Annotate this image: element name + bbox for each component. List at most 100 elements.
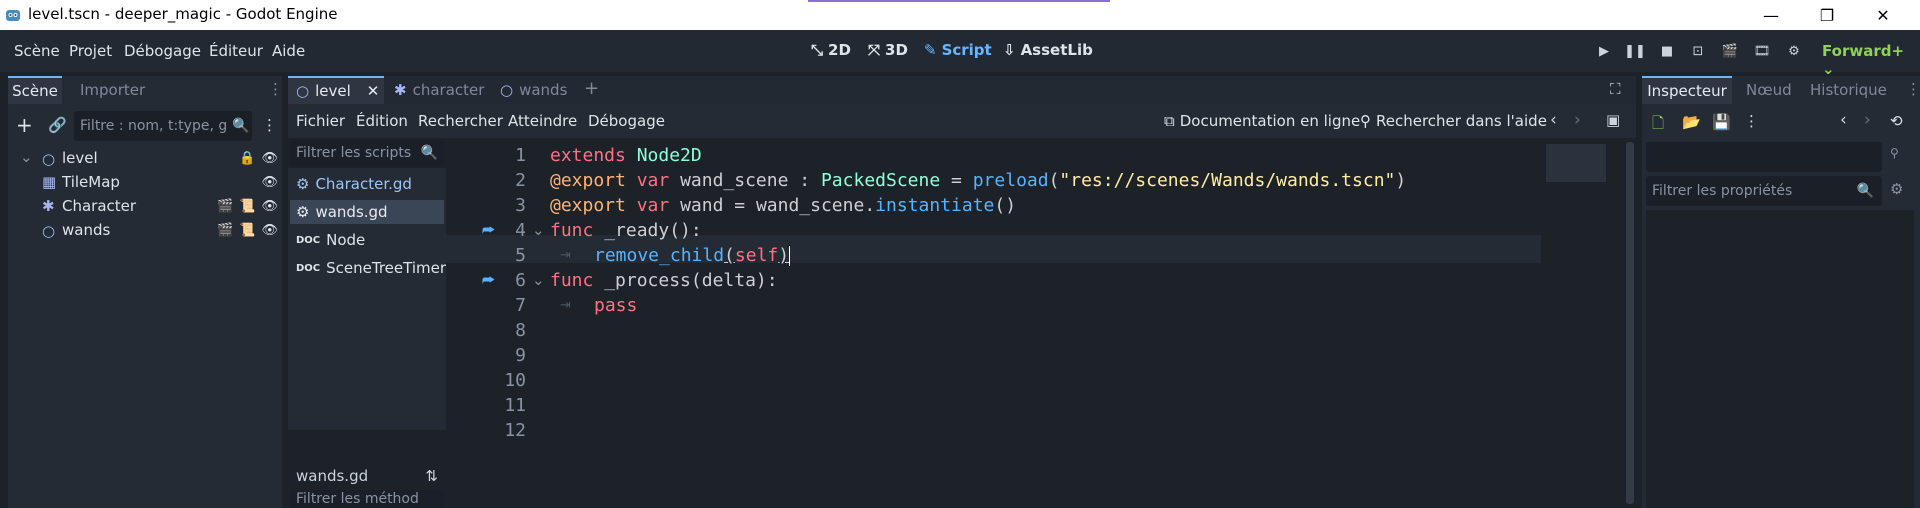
workspace-script-button[interactable]: ✎ Script: [924, 41, 992, 59]
code-line-1: extends Node2D: [550, 145, 702, 166]
tree-node-tilemap[interactable]: ▦ TileMap 👁: [16, 172, 278, 196]
menu-search[interactable]: Rechercher: [418, 112, 503, 130]
scene-filter-input[interactable]: Filtre : nom, t:type, g 🔍: [74, 111, 252, 141]
lock-icon[interactable]: 🔒: [239, 151, 255, 166]
connected-signal-icon[interactable]: ⮫: [482, 273, 495, 289]
minimize-button[interactable]: —: [1748, 0, 1794, 30]
add-tab-icon[interactable]: +: [584, 78, 599, 99]
toggle-script-panel-icon[interactable]: ▣: [1606, 111, 1620, 129]
visibility-eye-icon[interactable]: 👁: [261, 151, 278, 166]
chevron-down-icon[interactable]: ⌄: [20, 148, 33, 166]
tilemap-icon: ▦: [42, 173, 57, 191]
tab-character[interactable]: ✱ character: [394, 76, 484, 104]
workspace-assetlib-button[interactable]: ⇩ AssetLib: [1003, 41, 1093, 59]
renderer-selector[interactable]: Forward+ ⌄: [1822, 42, 1920, 78]
link-icon[interactable]: 🔗: [48, 116, 67, 134]
open-scene-icon[interactable]: 🎬: [217, 199, 233, 214]
script-item-wands[interactable]: ⚙ wands.gd: [290, 200, 444, 224]
online-docs-button[interactable]: ⧉ Documentation en ligne: [1164, 112, 1360, 130]
search-help-button[interactable]: ⚲ Rechercher dans l'aide: [1360, 112, 1547, 130]
tab-history[interactable]: Historique: [1810, 81, 1887, 99]
tree-node-level[interactable]: ⌄ ○ level 🔒 👁: [16, 148, 278, 172]
tab-node[interactable]: Nœud: [1746, 81, 1792, 99]
script-item-character[interactable]: ⚙ Character.gd: [290, 172, 444, 196]
object-history-icon[interactable]: ⟲: [1890, 112, 1903, 130]
open-docs-icon[interactable]: ⚲: [1890, 146, 1899, 160]
fold-chevron-icon[interactable]: ⌄: [532, 221, 545, 239]
script-item-node-doc[interactable]: DOC Node: [290, 228, 444, 252]
menu-file[interactable]: Fichier: [296, 112, 345, 130]
play-icon[interactable]: ▶: [1592, 40, 1616, 62]
vertical-scrollbar[interactable]: [1626, 142, 1634, 504]
open-scene-icon[interactable]: 🎬: [217, 223, 233, 238]
movie-maker-icon[interactable]: ⚙: [1782, 40, 1806, 62]
tab-wands[interactable]: ○ wands: [500, 76, 567, 104]
open-folder-icon[interactable]: 📂: [1682, 113, 1701, 131]
sort-icon[interactable]: ⇅: [425, 467, 438, 485]
gdscript-icon: ⚙: [296, 175, 310, 193]
menu-editor[interactable]: Éditeur: [209, 42, 263, 60]
tab-inspector[interactable]: Inspecteur: [1642, 76, 1732, 104]
distraction-free-icon[interactable]: ⛶: [1610, 80, 1621, 98]
history-back-icon[interactable]: ‹: [1550, 110, 1557, 130]
save-icon[interactable]: 💾: [1712, 113, 1731, 131]
tree-node-character[interactable]: ✱ Character 🎬 📜 👁: [16, 196, 278, 220]
tab-import[interactable]: Importer: [80, 81, 145, 99]
property-filter-input[interactable]: Filtrer les propriétés 🔍: [1646, 176, 1882, 206]
menu-help[interactable]: Aide: [272, 42, 305, 60]
tab-scene[interactable]: Scène: [8, 76, 62, 104]
close-window-button[interactable]: ✕: [1860, 0, 1906, 30]
visibility-eye-icon[interactable]: 👁: [261, 223, 278, 238]
menu-debug[interactable]: Débogage: [124, 42, 201, 60]
tree-node-wands[interactable]: ○ wands 🎬 📜 👁: [16, 220, 278, 244]
menu-project[interactable]: Projet: [69, 42, 112, 60]
search-icon: 🔍: [1856, 183, 1874, 199]
workspace-2d-button[interactable]: ⤡ 2D: [811, 41, 851, 59]
scene-options-icon[interactable]: ⋮: [262, 116, 277, 134]
pause-icon[interactable]: ❚❚: [1623, 40, 1647, 62]
dock-menu-icon[interactable]: ⋮: [268, 80, 283, 98]
visibility-eye-icon[interactable]: 👁: [261, 175, 278, 190]
menu-script-debug[interactable]: Débogage: [588, 112, 665, 130]
minimap[interactable]: [1542, 138, 1626, 508]
stop-icon[interactable]: ■: [1655, 40, 1679, 62]
node-icon: ○: [500, 81, 514, 99]
fold-chevron-icon[interactable]: ⌄: [532, 271, 545, 289]
workspace-3d-button[interactable]: ⤧ 3D: [868, 41, 908, 59]
script-icon[interactable]: 📜: [239, 199, 255, 214]
script-icon[interactable]: 📜: [239, 223, 255, 238]
connected-signal-icon[interactable]: ⮫: [482, 223, 495, 239]
history-back-icon[interactable]: ‹: [1840, 110, 1847, 130]
current-file-row: wands.gd ⇅: [290, 462, 444, 490]
remote-debug-icon[interactable]: ⊡: [1686, 40, 1710, 62]
menu-goto[interactable]: Atteindre: [508, 112, 577, 130]
menu-scene[interactable]: Scène: [14, 42, 60, 60]
play-scene-icon[interactable]: 🎬: [1718, 40, 1742, 62]
code-editor[interactable]: 1 2 3 4 5 6 7 8 9 10 11 12 ⮫ ⌄ ⮫ ⌄ exten…: [446, 138, 1636, 508]
godot-logo-icon: [6, 10, 20, 21]
line-number: 10: [504, 370, 526, 391]
scene-tabs-bar: ○ level ✕ ✱ character ○ wands + ⛶: [288, 76, 1636, 104]
restore-button[interactable]: ❐: [1804, 0, 1850, 30]
play-custom-scene-icon[interactable]: 🎞: [1750, 40, 1774, 62]
history-forward-icon[interactable]: ›: [1864, 110, 1871, 130]
method-filter-input[interactable]: Filtrer les méthod: [290, 490, 444, 508]
close-tab-icon[interactable]: ✕: [367, 82, 380, 100]
new-resource-icon[interactable]: 🗋: [1652, 113, 1664, 138]
script-item-scenetreetimer-doc[interactable]: DOC SceneTreeTimer: [290, 256, 446, 280]
title-accent-stripe: [808, 0, 1110, 2]
character-body-icon: ✱: [394, 81, 407, 99]
menu-edit[interactable]: Édition: [356, 112, 408, 130]
tab-level[interactable]: ○ level ✕: [288, 76, 384, 104]
code-line-5: remove_child(self): [594, 245, 791, 266]
script-filter-input[interactable]: Filtrer les scripts 🔍: [290, 140, 444, 166]
history-forward-icon[interactable]: ›: [1574, 110, 1581, 130]
object-path-field[interactable]: [1646, 142, 1882, 172]
dock-menu-icon[interactable]: ⋮: [1906, 80, 1920, 98]
property-settings-icon[interactable]: ⚙: [1890, 180, 1903, 198]
add-node-icon[interactable]: +: [16, 113, 33, 137]
more-options-icon[interactable]: ⋮: [1744, 112, 1759, 130]
character-body-icon: ✱: [42, 197, 55, 215]
script-list: ⚙ Character.gd ⚙ wands.gd DOC Node DOC Scene…: [288, 168, 446, 430]
visibility-eye-icon[interactable]: 👁: [261, 199, 278, 214]
